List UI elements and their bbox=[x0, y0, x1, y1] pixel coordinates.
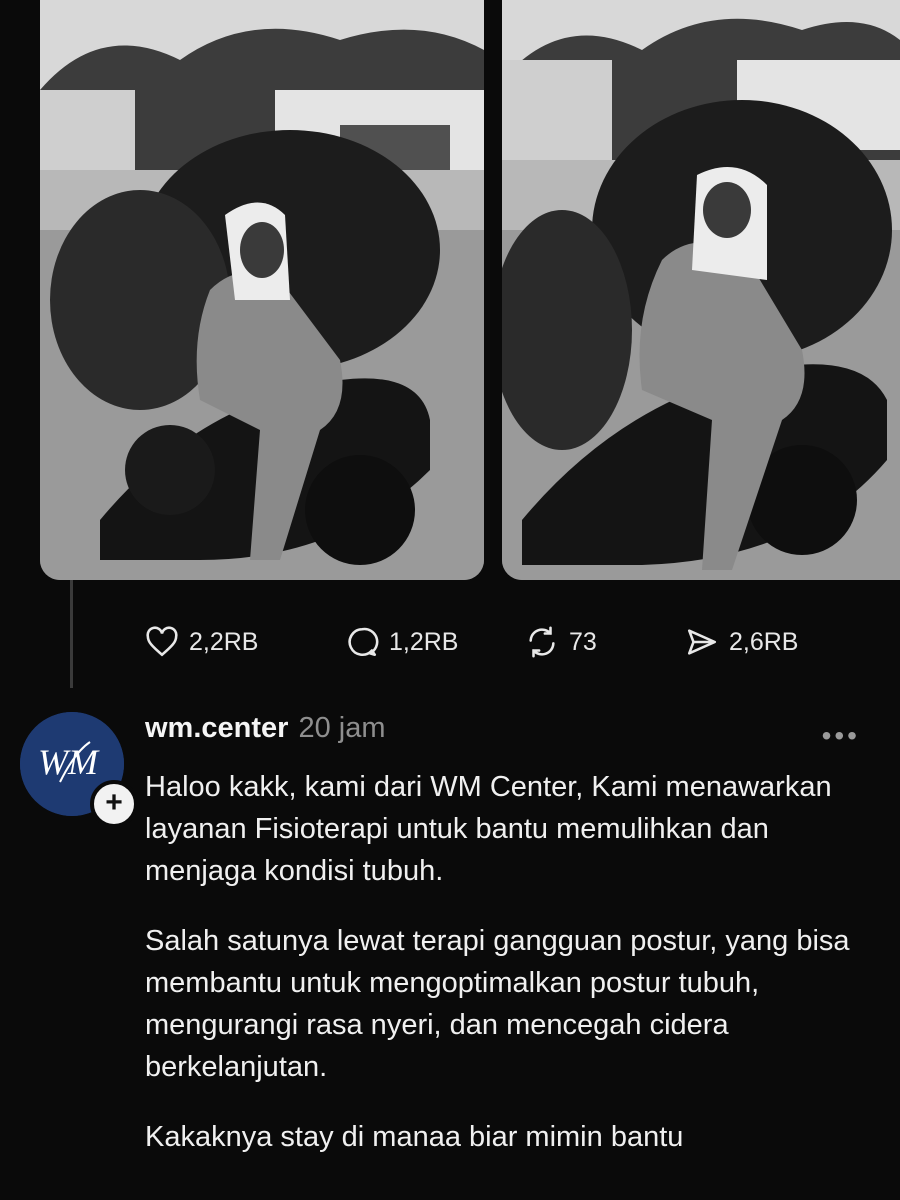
send-icon bbox=[687, 629, 717, 655]
repost-icon bbox=[529, 626, 555, 658]
heart-icon bbox=[146, 626, 178, 657]
comment-count: 1,2RB bbox=[389, 627, 459, 656]
like-button[interactable]: 2,2RB bbox=[145, 612, 258, 672]
post-action-bar: 2,2RB 1,2RB 73 2,6RB bbox=[145, 612, 845, 672]
reply-paragraph: Haloo kakk, kami dari WM Center, Kami me… bbox=[145, 771, 832, 887]
post-photo-2[interactable] bbox=[502, 0, 900, 580]
avatar-text: WM bbox=[38, 742, 100, 782]
follow-plus-button[interactable]: + bbox=[90, 780, 138, 828]
repost-count: 73 bbox=[569, 627, 597, 656]
reply-header: wm.center 20 jam bbox=[145, 712, 386, 756]
more-options-icon[interactable]: ••• bbox=[822, 720, 860, 752]
username[interactable]: wm.center bbox=[145, 712, 288, 745]
post-photo-1[interactable] bbox=[40, 0, 484, 580]
like-count: 2,2RB bbox=[189, 627, 259, 656]
photo-girl-on-motorbike bbox=[40, 0, 484, 580]
repost-button[interactable]: 73 bbox=[525, 612, 597, 672]
photo-girl-on-motorbike-2 bbox=[502, 0, 900, 580]
share-button[interactable]: 2,6RB bbox=[685, 612, 798, 672]
reply-paragraph: Kakaknya stay di manaa biar mimin bantu bbox=[145, 1121, 684, 1153]
timestamp: 20 jam bbox=[298, 712, 386, 744]
reply-paragraph: Salah satunya lewat terapi gangguan post… bbox=[145, 925, 850, 1083]
comment-bubble-icon bbox=[348, 627, 379, 657]
avatar[interactable]: WM + bbox=[20, 712, 138, 828]
reply-body: Haloo kakk, kami dari WM Center, Kami me… bbox=[145, 766, 875, 1186]
share-count: 2,6RB bbox=[729, 627, 799, 656]
comment-button[interactable]: 1,2RB bbox=[345, 612, 458, 672]
